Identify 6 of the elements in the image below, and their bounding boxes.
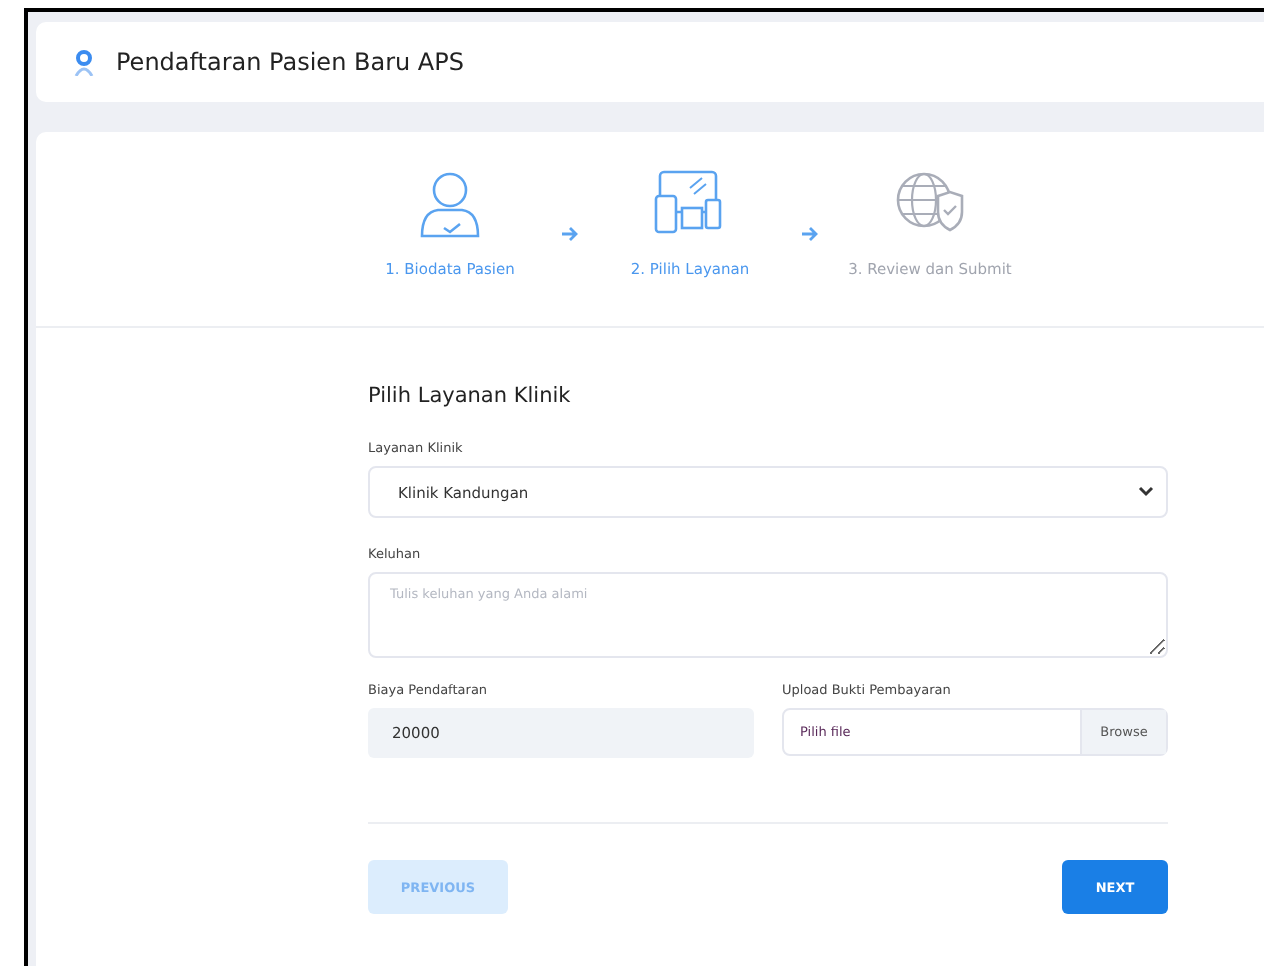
person-icon: [74, 49, 94, 75]
page-title: Pendaftaran Pasien Baru APS: [116, 48, 464, 76]
chevron-down-icon: [1138, 486, 1154, 498]
form-title: Pilih Layanan Klinik: [368, 384, 573, 408]
arrow-icon: [800, 224, 820, 244]
arrow-icon: [560, 224, 580, 244]
